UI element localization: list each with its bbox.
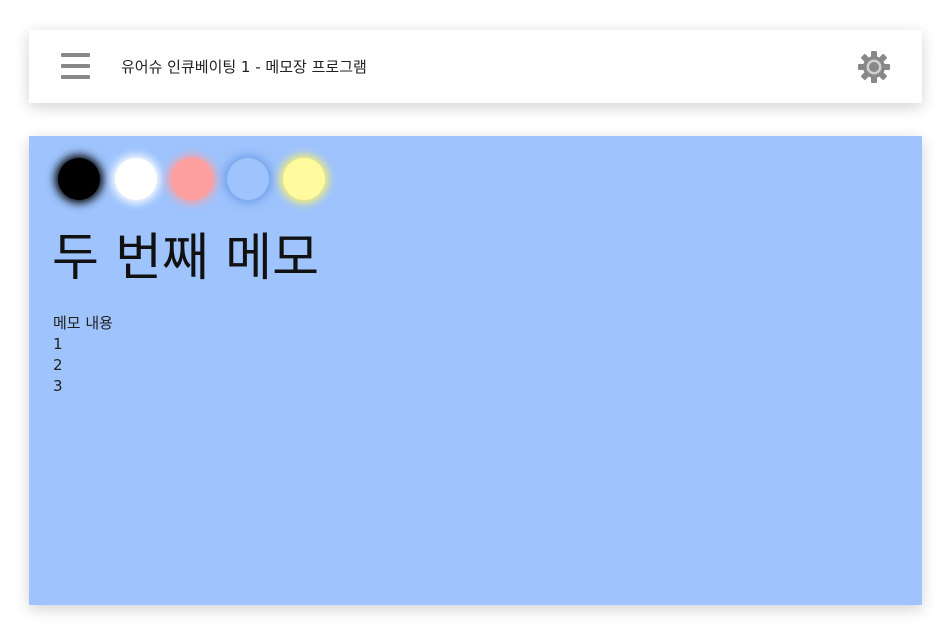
memo-content-line: 1 <box>53 335 63 353</box>
memo-title[interactable]: 두 번째 메모 <box>52 224 319 294</box>
memo-content-line: 메모 내용 <box>53 314 113 332</box>
gear-icon-graphic <box>858 51 890 83</box>
gear-icon[interactable] <box>857 50 891 84</box>
menu-icon-bar <box>61 75 90 79</box>
memo-content-line: 3 <box>53 377 63 395</box>
app-header: 유어슈 인큐베이팅 1 - 메모장 프로그램 <box>29 30 922 103</box>
menu-icon[interactable] <box>61 53 90 80</box>
color-swatch-yellow[interactable] <box>283 158 325 200</box>
color-swatch-white[interactable] <box>115 158 157 200</box>
color-swatch-blue[interactable] <box>227 158 269 200</box>
app-title: 유어슈 인큐베이팅 1 - 메모장 프로그램 <box>121 58 367 76</box>
menu-icon-bar <box>61 53 90 57</box>
memo-content[interactable]: 메모 내용 1 2 3 <box>53 313 113 397</box>
color-swatch-black[interactable] <box>58 158 100 200</box>
color-swatch-pink[interactable] <box>171 158 213 200</box>
menu-icon-bar <box>61 64 90 68</box>
memo-content-line: 2 <box>53 356 63 374</box>
memo-panel: 두 번째 메모 메모 내용 1 2 3 <box>29 136 922 605</box>
